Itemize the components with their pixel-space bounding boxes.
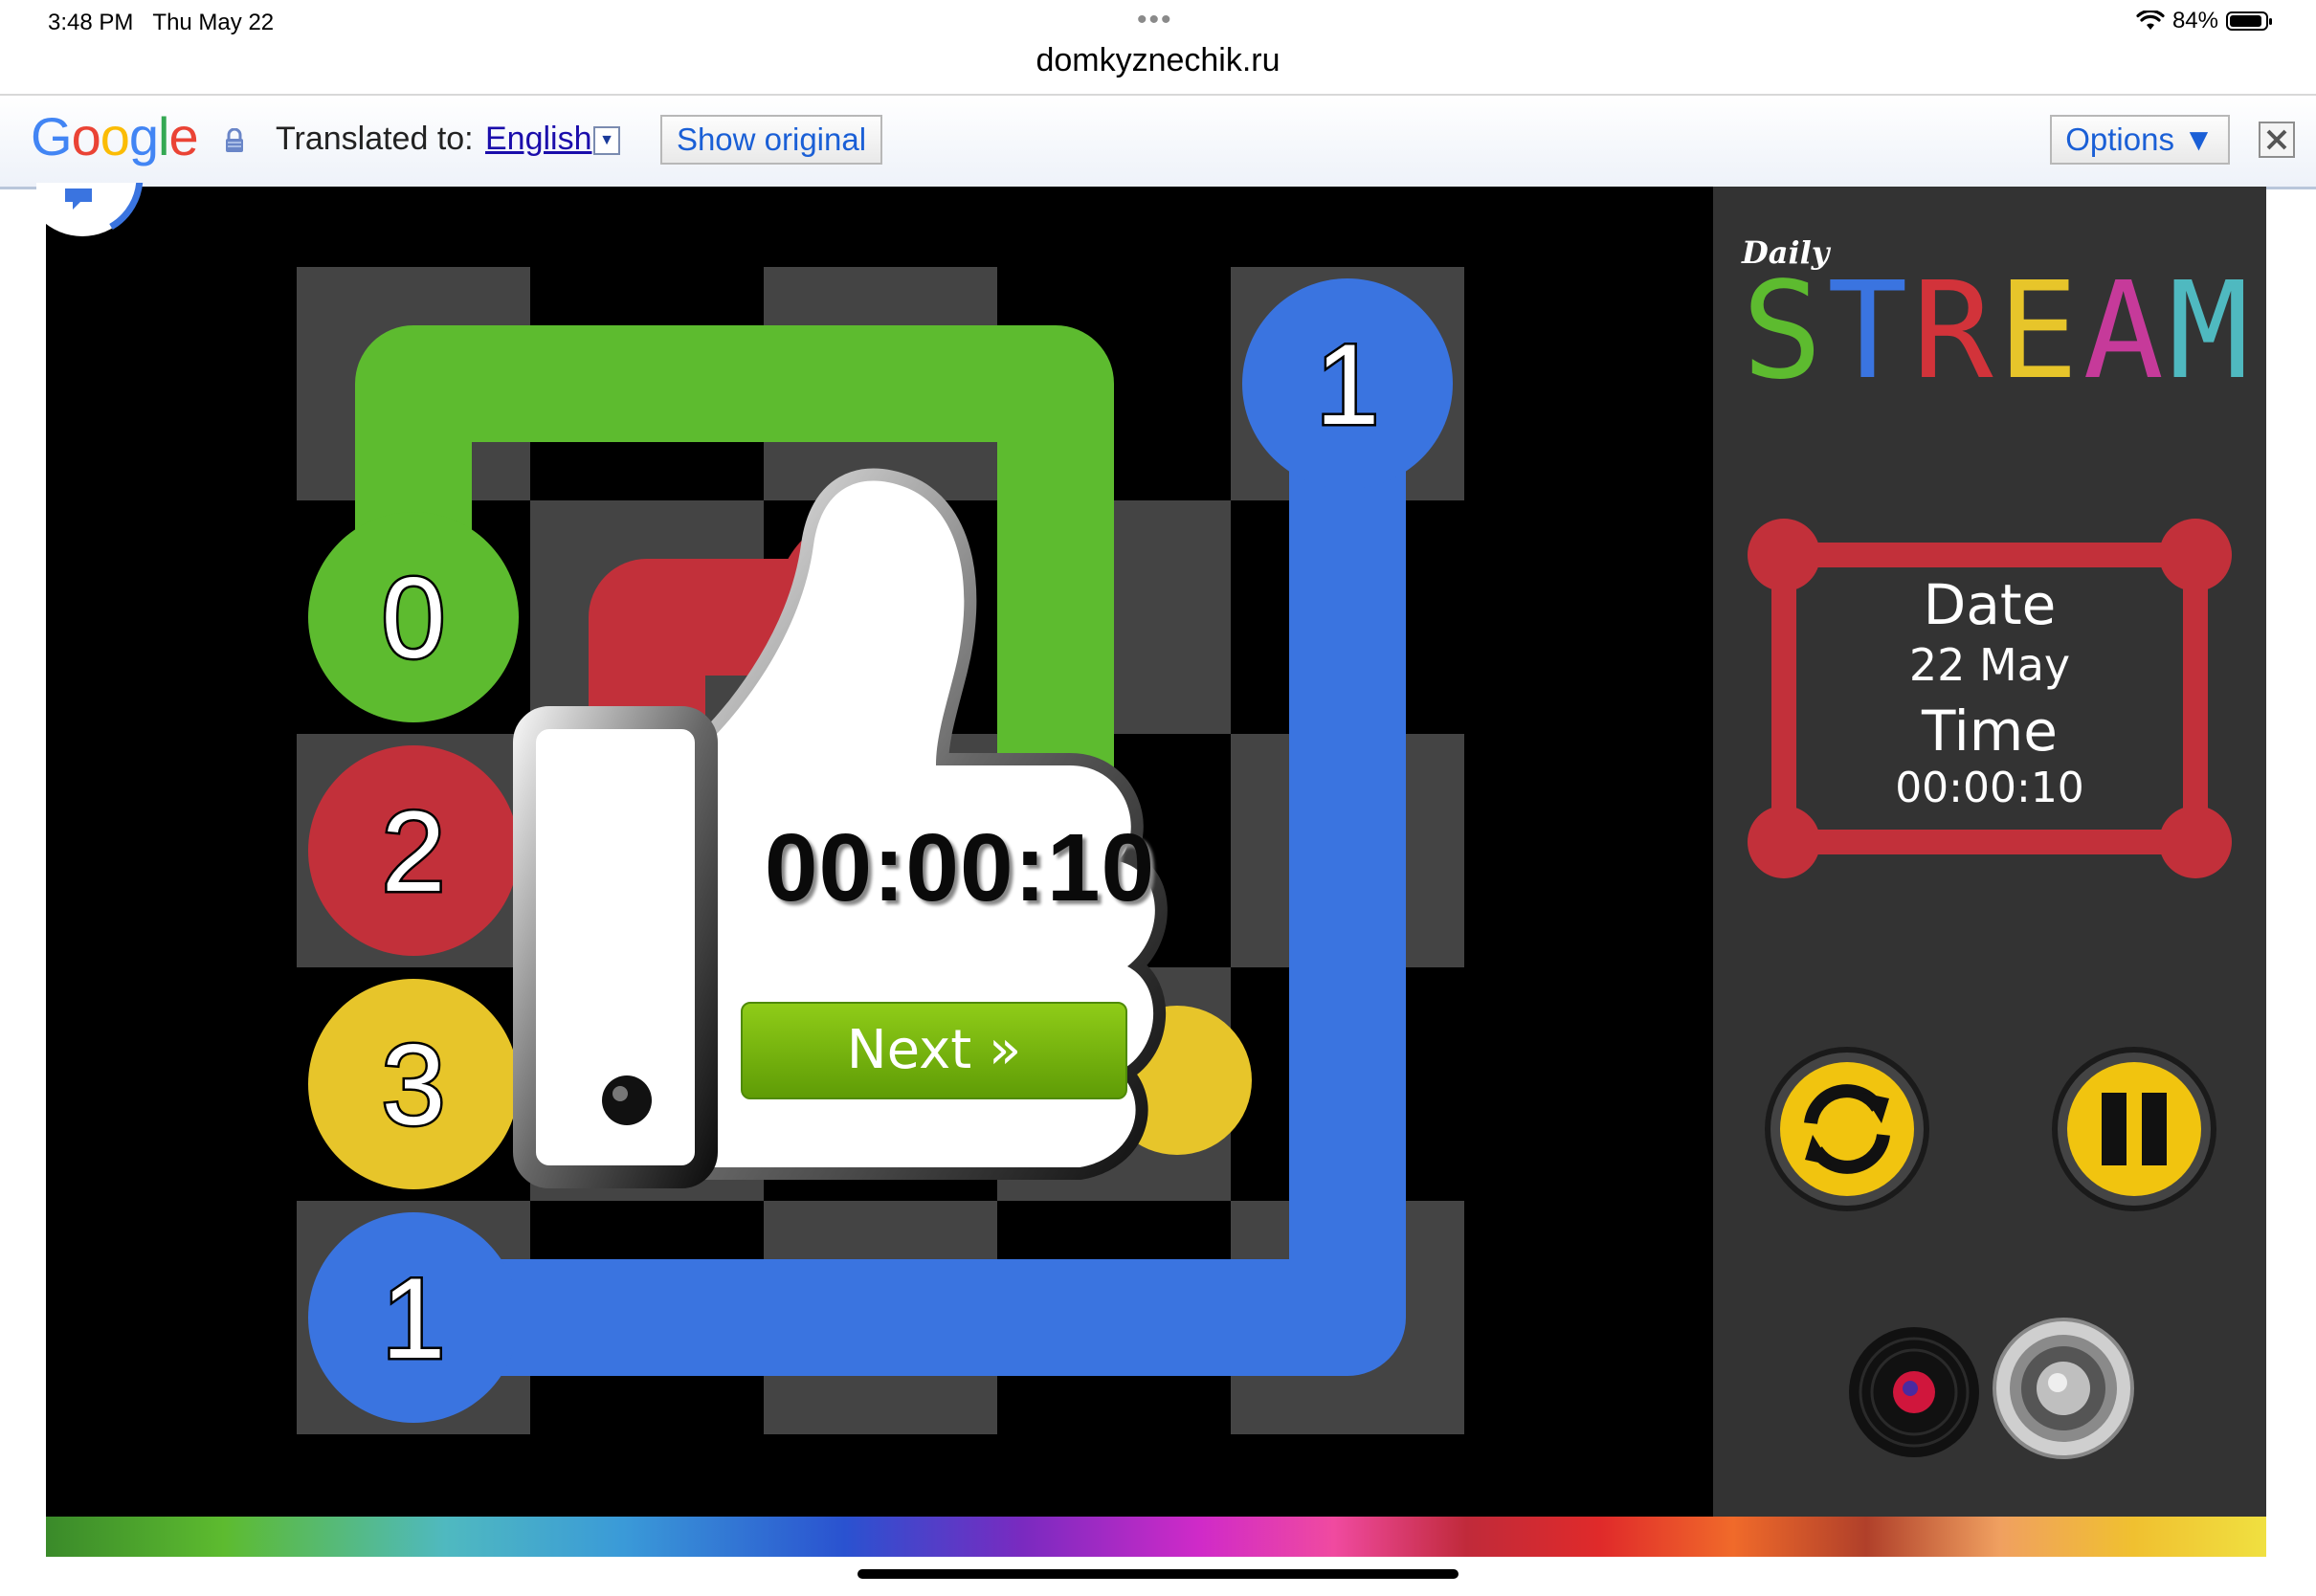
color-strip [46,1517,2266,1557]
restart-button[interactable] [1761,1043,1933,1215]
logo-letter-a: A [2082,254,2164,410]
status-time: 3:48 PM Thu May 22 [48,10,275,35]
date-value: 22 May [1908,639,2071,691]
next-button[interactable]: Next » [741,1002,1127,1099]
battery-percent: 84% [2171,8,2218,33]
multitask-dots-icon[interactable]: ••• [1137,4,1173,36]
address-bar-url[interactable]: domkyznechik.ru [0,42,2316,79]
info-panel: Date 22 May Time 00:00:10 [1746,517,2234,880]
logo-letter-t: T [1827,254,1908,410]
language-dropdown-icon[interactable]: ▼ [593,126,620,155]
time-label: Time [1922,698,2058,764]
translate-bar: Google Translated to: English ▼ Show ori… [0,96,2316,189]
game-area: 0 2 3 1 1 00:00:10 Next » Daily S T R E … [36,183,2266,1517]
result-time: 00:00:10 [764,814,1156,921]
status-indicators: 84% [2136,8,2272,34]
google-logo: Google [31,106,199,166]
logo-letter-r: R [1912,254,1993,410]
date-label: Date [1923,572,2057,637]
pause-button[interactable] [2048,1043,2220,1215]
close-translate-icon[interactable] [2259,122,2295,158]
logo-letter-s: S [1742,254,1823,410]
language-link[interactable]: English [485,121,592,158]
node-label-0: 0 [382,554,446,682]
translated-to-label: Translated to: [276,121,474,157]
show-original-button[interactable]: Show original [660,115,882,165]
home-indicator[interactable] [857,1569,1459,1579]
lock-icon [226,128,243,152]
time-value: 00:00:10 [1895,764,2084,812]
chat-widget-icon[interactable] [36,183,161,248]
status-bar: 3:48 PM Thu May 22 ••• 84% [0,0,2316,44]
logo-letter-m: M [2168,254,2249,410]
game-sidebar: Daily S T R E A M Date 22 May Time 00:00… [1713,187,2266,1517]
logo-letter-e: E [1997,254,2079,410]
game-logo: Daily S T R E A M [1742,234,2249,410]
wifi-icon [2136,11,2165,30]
options-button[interactable]: Options ▼ [2050,115,2230,165]
node-label-1-bottom: 1 [382,1254,446,1383]
node-label-2: 2 [382,787,446,916]
node-label-3: 3 [382,1021,446,1149]
battery-icon [2226,11,2272,31]
node-label-1-top: 1 [1316,321,1380,449]
sound-toggle-button[interactable] [1991,1316,2136,1461]
music-toggle-button[interactable] [1847,1325,1981,1459]
